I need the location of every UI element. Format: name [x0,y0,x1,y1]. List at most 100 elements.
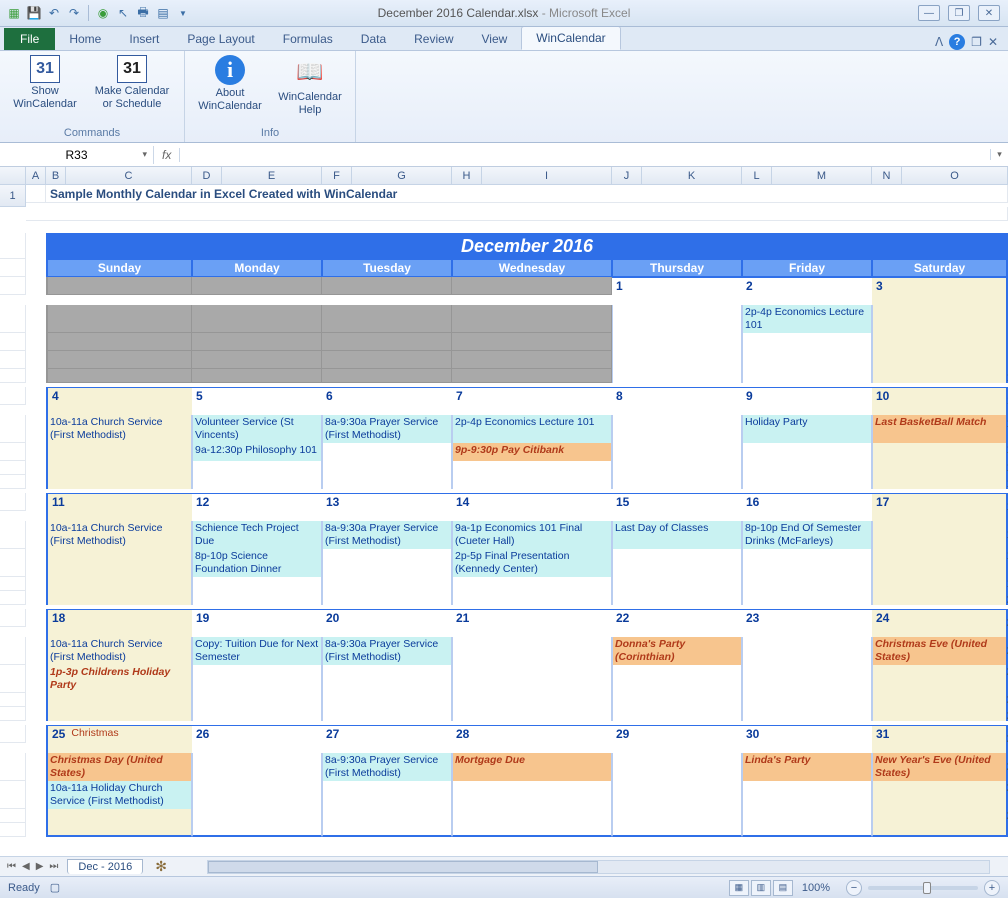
col-header[interactable]: G [352,167,452,185]
tab-nav[interactable]: ⏮◀▶⏭ [0,861,65,872]
day-number: 4 [46,387,192,415]
fx-icon[interactable]: fx [154,148,180,162]
row-header[interactable]: 1 [0,185,26,207]
calendar-title: December 2016 [46,233,1008,259]
print-icon[interactable]: 🖶 [135,5,151,21]
tab-data[interactable]: Data [347,28,400,50]
undo-icon[interactable]: ↶ [46,5,62,21]
event: Linda's Party [742,753,872,781]
col-header[interactable]: K [642,167,742,185]
tab-review[interactable]: Review [400,28,467,50]
minimize-ribbon-icon[interactable]: ᐱ [935,35,943,49]
select-all-cell[interactable] [0,167,26,185]
col-header[interactable]: O [902,167,1008,185]
event: 9p-9:30p Pay Citibank [452,443,612,461]
event: 8a-9:30a Prayer Service (First Methodist… [322,753,452,781]
day-number: 13 [322,493,452,521]
tab-formulas[interactable]: Formulas [269,28,347,50]
col-header[interactable]: B [46,167,66,185]
formula-expand-icon[interactable]: ▾ [990,149,1008,160]
day-number: 24 [872,609,1008,637]
day-number: 26 [192,725,322,753]
event: Copy: Tuition Due for Next Semester [192,637,322,665]
col-header[interactable]: H [452,167,482,185]
normal-view-button[interactable]: ▦ [729,880,749,896]
qat-more-icon[interactable]: ▼ [175,5,191,21]
zoom-in-button[interactable]: + [984,880,1000,896]
page-break-view-button[interactable]: ▤ [773,880,793,896]
day-header: Wednesday [452,259,612,277]
preview-icon[interactable]: ▤ [155,5,171,21]
event: Holiday Party [742,415,872,443]
refresh-icon[interactable]: ◉ [95,5,111,21]
day-number: 17 [872,493,1008,521]
tab-home[interactable]: Home [55,28,115,50]
event: Christmas Eve (United States) [872,637,1008,665]
zoom-level: 100% [802,882,830,894]
worksheet[interactable]: A B C D E F G H I J K L M N O 1 Sample M… [0,167,1008,856]
day-number: 21 [452,609,612,637]
close-button[interactable]: ✕ [978,5,1000,21]
save-icon[interactable]: 💾 [26,5,42,21]
day-number: 2 [742,277,872,305]
about-wincalendar-button[interactable]: i AboutWinCalendar [195,55,265,113]
col-header[interactable]: D [192,167,222,185]
wincalendar-help-button[interactable]: 📖 WinCalendarHelp [275,55,345,117]
title-bar: ▦ 💾 ↶ ↷ ◉ ↖ 🖶 ▤ ▼ December 2016 Calendar… [0,0,1008,27]
show-wincalendar-button[interactable]: 31 ShowWinCalendar [10,55,80,111]
status-bar: Ready ▢ ▦ ▥ ▤ 100% − + [0,876,1008,898]
col-header[interactable]: I [482,167,612,185]
col-header[interactable]: L [742,167,772,185]
day-number: 6 [322,387,452,415]
make-calendar-button[interactable]: 31 Make Calendaror Schedule [90,55,174,111]
col-header[interactable]: M [772,167,872,185]
col-header[interactable]: F [322,167,352,185]
redo-icon[interactable]: ↷ [66,5,82,21]
col-header[interactable]: N [872,167,902,185]
zoom-slider[interactable] [868,886,978,890]
day-number: 3 [872,277,1008,305]
day-number: 28 [452,725,612,753]
col-header[interactable]: C [66,167,192,185]
window-restore-icon[interactable]: ❐ [971,35,982,49]
tab-insert[interactable]: Insert [115,28,173,50]
event: 9a-12:30p Philosophy 101 [192,443,322,461]
minimize-button[interactable]: — [918,5,940,21]
help-icon[interactable]: ? [949,34,965,50]
day-header: Monday [192,259,322,277]
tab-view[interactable]: View [468,28,522,50]
day-number: 15 [612,493,742,521]
tab-file[interactable]: File [4,28,55,50]
day-number: 1 [612,277,742,305]
event: 8p-10p Science Foundation Dinner [192,549,322,577]
col-header[interactable]: A [26,167,46,185]
event: Donna's Party (Corinthian) [612,637,742,665]
tab-page-layout[interactable]: Page Layout [173,28,268,50]
ribbon-group-info: i AboutWinCalendar 📖 WinCalendarHelp Inf… [185,51,356,142]
sheet-tab[interactable]: Dec - 2016 [67,859,143,874]
page-layout-view-button[interactable]: ▥ [751,880,771,896]
day-header: Friday [742,259,872,277]
event: Mortgage Due [452,753,612,781]
book-help-icon: 📖 [293,55,327,89]
col-header[interactable]: E [222,167,322,185]
event: 8a-9:30a Prayer Service (First Methodist… [322,415,452,443]
col-header[interactable]: J [612,167,642,185]
window-close-icon[interactable]: ✕ [988,35,998,49]
tab-wincalendar[interactable]: WinCalendar [521,26,620,50]
group-label: Info [185,125,355,142]
restore-button[interactable]: ❐ [948,5,970,21]
day-number: 27 [322,725,452,753]
new-sheet-button[interactable]: ✻ [145,857,177,876]
day-number: 19 [192,609,322,637]
horizontal-scrollbar[interactable] [207,860,990,874]
group-label: Commands [0,125,184,142]
ribbon: 31 ShowWinCalendar 31 Make Calendaror Sc… [0,51,1008,143]
cursor-icon[interactable]: ↖ [115,5,131,21]
day-number: 11 [46,493,192,521]
name-box[interactable]: R33 [0,146,154,164]
event: 9a-1p Economics 101 Final (Cueter Hall) [452,521,612,549]
macro-record-icon[interactable]: ▢ [50,881,60,894]
zoom-out-button[interactable]: − [846,880,862,896]
event: 10a-11a Church Service (First Methodist) [46,637,192,665]
